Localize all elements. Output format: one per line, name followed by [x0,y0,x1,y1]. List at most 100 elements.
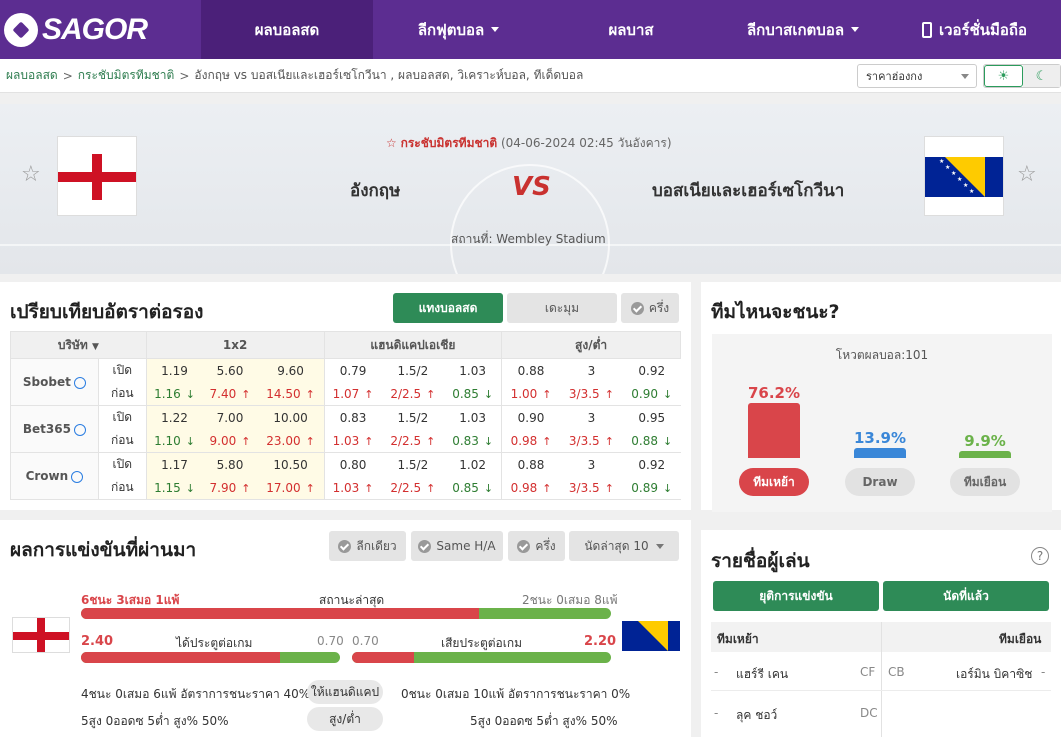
live-bet-button[interactable]: แทงบอลสด [393,293,503,323]
nav-item-live-scores[interactable]: ผลบอลสด [201,0,373,59]
odds-value: 10.00 [257,405,325,429]
odds-value-change: 23.00 ↑ [257,429,325,453]
suspended-players-button[interactable]: ยุติการแข่งขัน [713,581,879,611]
favorite-star-icon[interactable]: ☆ [1017,162,1037,187]
soccer-ball-icon [4,12,38,47]
odds-value: 1.00 [510,386,538,401]
odds-value: 0.88 [517,457,545,472]
odds-value: 7.90 [209,480,237,495]
form-bar-fill [81,608,479,619]
odds-open-row: Bet365 เปิด 1.22 7.00 10.00 0.83 1.5/2 1.03 0.90… [10,405,681,453]
last-matches-select[interactable]: นัดล่าสุด 10 [569,531,679,561]
help-icon[interactable]: ? [1031,547,1049,565]
players-title: รายชื่อผู้เล่น [711,550,810,572]
odds-value: 3/3.5 [568,386,600,401]
1x2-header: 1x2 [145,331,325,359]
same-league-toggle[interactable]: ลีกเดียว [329,531,406,561]
vote-home-button[interactable]: ทีมเหย้า [739,468,809,496]
odds-value: 1.03 [444,358,503,382]
home-player-name[interactable]: ลุค ชอว์ [736,706,777,725]
home-over-under-record: 5สูง 0ออดซ 5ต่ำ สูง% 50% [81,714,229,728]
odds-value: 17.00 [266,480,301,495]
nav-item-mobile-version[interactable]: เวอร์ชั่นมือถือ [888,0,1061,59]
odds-value-change: 1.16 ↓ [146,382,203,406]
odds-value: 5.60 [202,358,258,382]
site-logo[interactable]: SAGOR [0,0,201,59]
arrow-down-icon: ↓ [662,481,673,495]
odds-value-change: 0.98 ↑ [501,429,560,453]
odds-prev-row: ก่อน 1.10 ↓ 9.00 ↑ 23.00 ↑ 1.03 ↑ 2/2.5 ↑ 0.83 ↓ 0.98… [11,429,681,453]
competition-name[interactable]: กระชับมิตรทีมชาติ [401,136,498,150]
vote-away-button[interactable]: ทีมเยือน [950,468,1020,496]
odds-value: 3 [587,410,596,425]
odds-value: 0.80 [339,457,367,472]
breadcrumb-current: อังกฤษ vs บอสเนียและเฮอร์เซโกวีนา , ผลบอ… [194,68,584,82]
arrow-down-icon: ↓ [483,434,494,448]
away-player-name[interactable]: เอร์มิน บิคาซิช [956,665,1032,684]
odds-value-change: 1.15 ↓ [146,476,203,500]
company-header[interactable]: บริษัท ▼ [10,331,147,359]
odds-value-change: 0.90 ↓ [622,382,681,406]
breadcrumb-section-link[interactable]: กระชับมิตรทีมชาติ [78,66,175,85]
moon-icon[interactable]: ☾ [1023,65,1060,87]
favorite-star-icon[interactable]: ☆ [21,162,41,187]
odds-value-change: 0.88 ↓ [622,429,681,453]
corner-button[interactable]: เดะมุม [507,293,617,323]
company-cell[interactable]: Crown [10,452,99,500]
home-player-name[interactable]: แฮร์รี เคน [736,665,788,684]
flag-star: ★ [969,188,975,195]
arrow-up-icon: ↑ [364,481,374,495]
flag-triangle [638,621,668,651]
odds-table: บริษัท ▼ 1x2 แฮนดิแคปเอเชีย สูง/ต่ำ Sbob… [10,331,681,500]
chevron-circle-icon[interactable] [71,470,84,483]
prediction-chart: โหวตผลบอล:101 76.2% 13.9% 9.9% ทีมเหย้า … [712,334,1052,512]
over-under-pill[interactable]: สูง/ต่ำ [307,707,383,731]
odds-value-change: 2/2.5 ↑ [381,429,445,453]
breadcrumb-home-link[interactable]: ผลบอลสด [6,66,58,85]
odds-prev-row: ก่อน 1.16 ↓ 7.40 ↑ 14.50 ↑ 1.07 ↑ 2/2.5 ↑ 0.85 ↓ 1.00… [11,382,681,406]
sun-icon[interactable]: ☀ [984,65,1023,87]
odds-value-change: 0.83 ↓ [444,429,503,453]
nav-item-basketball-leagues[interactable]: ลีกบาสเกตบอล [718,0,888,59]
match-header: ☆ ★ ★ ★ ★ ★ ★ ☆ ☆ กระชับมิตรทีมชาติ (04-… [0,104,1061,274]
check-icon [418,539,432,553]
vote-draw-button[interactable]: Draw [845,468,915,496]
chevron-down-icon [491,27,500,32]
away-win-percent: 9.9% [964,431,1006,450]
draw-percent: 13.9% [853,429,907,448]
breadcrumb-separator: > [62,68,73,83]
flag-star: ★ [945,164,951,171]
nav-item-basketball-results[interactable]: ผลบาส [544,0,718,59]
odds-value: 14.50 [266,386,301,401]
home-team-name[interactable]: อังกฤษ [350,177,400,204]
away-team-name[interactable]: บอสเนียและเฮอร์เซโกวีนา [652,177,844,204]
odds-value-change: 1.10 ↓ [146,429,203,453]
odds-value-change: 0.85 ↓ [444,476,503,500]
filter-label: ลีกเดียว [356,538,397,553]
half-time-toggle[interactable]: ครึ่ง [621,293,679,323]
odds-value: 10.50 [257,452,325,476]
away-team-flag: ★ ★ ★ ★ ★ ★ [924,136,1004,216]
odds-value: 2/2.5 [390,433,422,448]
nav-item-football-leagues[interactable]: ลีกฟุตบอล [373,0,544,59]
nav-label: ผลบอลสด [254,20,320,39]
odds-value: 1.03 [444,405,503,429]
odds-value-change: 2/2.5 ↑ [381,476,445,500]
scored-label: ได้ประตูต่อเกม [176,636,253,650]
company-cell[interactable]: Bet365 [10,405,99,453]
home-scored-per-game: 2.40 [81,634,114,649]
company-cell[interactable]: Sbobet [10,358,99,406]
chevron-circle-icon[interactable] [73,376,86,389]
odds-value-change: 17.00 ↑ [257,476,325,500]
handicap-pill[interactable]: ให้แฮนดิแคป [307,680,383,704]
half-toggle[interactable]: ครึ่ง [508,531,565,561]
last-match-button[interactable]: นัดที่แล้ว [883,581,1049,611]
odds-format-select[interactable]: ราคาฮ่องกง [857,64,977,88]
same-ha-toggle[interactable]: Same H/A [411,531,503,561]
company-name: Crown [25,469,69,483]
odds-value: 0.98 [510,433,538,448]
open-label: เปิด [98,452,147,476]
chevron-circle-icon[interactable] [73,423,86,436]
arrow-up-icon: ↑ [241,434,251,448]
odds-value: 0.90 [517,410,545,425]
